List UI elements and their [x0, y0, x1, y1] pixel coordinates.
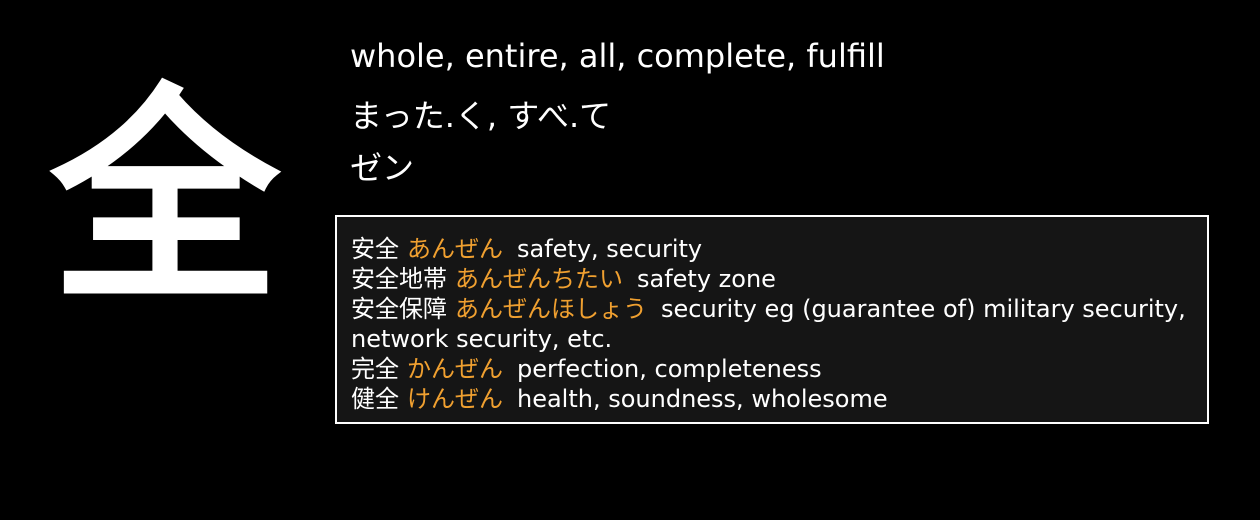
on-readings: ゼン: [350, 149, 415, 187]
vocab-meaning: safety, security: [517, 235, 703, 263]
vocab-reading: けんぜん: [407, 385, 503, 413]
vocab-meaning: health, soundness, wholesome: [517, 385, 888, 413]
vocab-entry: 完全 かんぜん perfection, completeness: [351, 354, 1193, 384]
vocabulary-box: 安全 あんぜん safety, security 安全地帯 あんぜんちたい safety…: [335, 215, 1209, 424]
kanji-character: 全: [49, 66, 280, 333]
vocab-word: 健全: [351, 385, 399, 413]
vocab-word: 安全保障: [351, 295, 447, 323]
vocab-word: 完全: [351, 355, 399, 383]
vocab-meaning: safety zone: [637, 265, 776, 293]
vocab-entry: 安全保障 あんぜんほしょう security eg (guarantee of) m…: [351, 294, 1193, 354]
vocab-word: 安全地帯: [351, 265, 447, 293]
kun-readings: まった.く, すべ.て: [350, 97, 612, 135]
kanji-meanings: whole, entire, all, complete, fulfill: [350, 37, 885, 75]
vocab-reading: あんぜんちたい: [455, 265, 623, 293]
vocab-entry: 安全地帯 あんぜんちたい safety zone: [351, 264, 1193, 294]
vocab-entry: 健全 けんぜん health, soundness, wholesome: [351, 384, 1193, 414]
vocab-meaning: perfection, completeness: [517, 355, 822, 383]
kanji-info: whole, entire, all, complete, fulfill まっ…: [350, 34, 1230, 190]
vocab-entry: 安全 あんぜん safety, security: [351, 234, 1193, 264]
vocab-reading: あんぜんほしょう: [455, 295, 647, 323]
vocab-word: 安全: [351, 235, 399, 263]
vocab-reading: かんぜん: [407, 355, 503, 383]
vocab-reading: あんぜん: [407, 235, 503, 263]
